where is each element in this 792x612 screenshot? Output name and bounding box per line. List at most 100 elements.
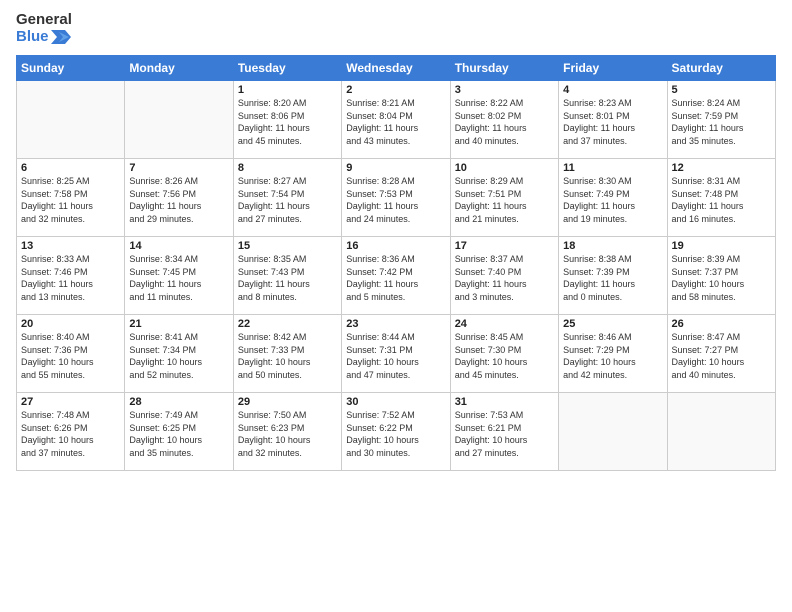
- calendar-cell: 16Sunrise: 8:36 AM Sunset: 7:42 PM Dayli…: [342, 237, 450, 315]
- page: General Blue SundayMondayTuesdayWednesda…: [0, 0, 792, 612]
- day-detail: Sunrise: 7:50 AM Sunset: 6:23 PM Dayligh…: [238, 409, 337, 459]
- calendar-table: SundayMondayTuesdayWednesdayThursdayFrid…: [16, 55, 776, 471]
- calendar-cell: [667, 393, 775, 471]
- calendar-cell: [125, 81, 233, 159]
- day-detail: Sunrise: 8:21 AM Sunset: 8:04 PM Dayligh…: [346, 97, 445, 147]
- calendar-cell: 29Sunrise: 7:50 AM Sunset: 6:23 PM Dayli…: [233, 393, 341, 471]
- calendar-cell: 25Sunrise: 8:46 AM Sunset: 7:29 PM Dayli…: [559, 315, 667, 393]
- calendar-cell: 4Sunrise: 8:23 AM Sunset: 8:01 PM Daylig…: [559, 81, 667, 159]
- day-detail: Sunrise: 8:24 AM Sunset: 7:59 PM Dayligh…: [672, 97, 771, 147]
- day-number: 3: [455, 84, 554, 96]
- day-number: 2: [346, 84, 445, 96]
- day-detail: Sunrise: 8:36 AM Sunset: 7:42 PM Dayligh…: [346, 253, 445, 303]
- day-detail: Sunrise: 8:33 AM Sunset: 7:46 PM Dayligh…: [21, 253, 120, 303]
- calendar-cell: 9Sunrise: 8:28 AM Sunset: 7:53 PM Daylig…: [342, 159, 450, 237]
- day-detail: Sunrise: 8:35 AM Sunset: 7:43 PM Dayligh…: [238, 253, 337, 303]
- header: General Blue: [16, 12, 776, 45]
- day-detail: Sunrise: 7:48 AM Sunset: 6:26 PM Dayligh…: [21, 409, 120, 459]
- day-detail: Sunrise: 8:28 AM Sunset: 7:53 PM Dayligh…: [346, 175, 445, 225]
- day-detail: Sunrise: 8:39 AM Sunset: 7:37 PM Dayligh…: [672, 253, 771, 303]
- calendar-week-0: 1Sunrise: 8:20 AM Sunset: 8:06 PM Daylig…: [17, 81, 776, 159]
- day-number: 9: [346, 162, 445, 174]
- day-detail: Sunrise: 8:25 AM Sunset: 7:58 PM Dayligh…: [21, 175, 120, 225]
- calendar-header-sunday: Sunday: [17, 56, 125, 81]
- day-number: 12: [672, 162, 771, 174]
- day-number: 10: [455, 162, 554, 174]
- day-number: 15: [238, 240, 337, 252]
- day-number: 14: [129, 240, 228, 252]
- calendar-cell: [17, 81, 125, 159]
- day-number: 20: [21, 318, 120, 330]
- calendar-week-2: 13Sunrise: 8:33 AM Sunset: 7:46 PM Dayli…: [17, 237, 776, 315]
- calendar-cell: [559, 393, 667, 471]
- day-detail: Sunrise: 7:52 AM Sunset: 6:22 PM Dayligh…: [346, 409, 445, 459]
- day-detail: Sunrise: 8:44 AM Sunset: 7:31 PM Dayligh…: [346, 331, 445, 381]
- calendar-cell: 26Sunrise: 8:47 AM Sunset: 7:27 PM Dayli…: [667, 315, 775, 393]
- calendar-header-monday: Monday: [125, 56, 233, 81]
- day-detail: Sunrise: 8:38 AM Sunset: 7:39 PM Dayligh…: [563, 253, 662, 303]
- calendar-cell: 27Sunrise: 7:48 AM Sunset: 6:26 PM Dayli…: [17, 393, 125, 471]
- day-number: 27: [21, 396, 120, 408]
- day-number: 31: [455, 396, 554, 408]
- calendar-header-tuesday: Tuesday: [233, 56, 341, 81]
- day-number: 25: [563, 318, 662, 330]
- calendar-cell: 19Sunrise: 8:39 AM Sunset: 7:37 PM Dayli…: [667, 237, 775, 315]
- day-number: 1: [238, 84, 337, 96]
- day-number: 16: [346, 240, 445, 252]
- calendar-cell: 21Sunrise: 8:41 AM Sunset: 7:34 PM Dayli…: [125, 315, 233, 393]
- day-number: 21: [129, 318, 228, 330]
- day-number: 30: [346, 396, 445, 408]
- calendar-week-4: 27Sunrise: 7:48 AM Sunset: 6:26 PM Dayli…: [17, 393, 776, 471]
- day-number: 29: [238, 396, 337, 408]
- calendar-cell: 28Sunrise: 7:49 AM Sunset: 6:25 PM Dayli…: [125, 393, 233, 471]
- day-number: 24: [455, 318, 554, 330]
- calendar-cell: 13Sunrise: 8:33 AM Sunset: 7:46 PM Dayli…: [17, 237, 125, 315]
- calendar-cell: 7Sunrise: 8:26 AM Sunset: 7:56 PM Daylig…: [125, 159, 233, 237]
- calendar-cell: 8Sunrise: 8:27 AM Sunset: 7:54 PM Daylig…: [233, 159, 341, 237]
- day-detail: Sunrise: 8:40 AM Sunset: 7:36 PM Dayligh…: [21, 331, 120, 381]
- logo-arrow-icon: [51, 30, 71, 44]
- calendar-cell: 6Sunrise: 8:25 AM Sunset: 7:58 PM Daylig…: [17, 159, 125, 237]
- day-detail: Sunrise: 8:45 AM Sunset: 7:30 PM Dayligh…: [455, 331, 554, 381]
- day-detail: Sunrise: 8:34 AM Sunset: 7:45 PM Dayligh…: [129, 253, 228, 303]
- day-detail: Sunrise: 8:29 AM Sunset: 7:51 PM Dayligh…: [455, 175, 554, 225]
- day-number: 6: [21, 162, 120, 174]
- day-number: 7: [129, 162, 228, 174]
- calendar-cell: 24Sunrise: 8:45 AM Sunset: 7:30 PM Dayli…: [450, 315, 558, 393]
- day-number: 8: [238, 162, 337, 174]
- calendar-cell: 17Sunrise: 8:37 AM Sunset: 7:40 PM Dayli…: [450, 237, 558, 315]
- day-detail: Sunrise: 8:22 AM Sunset: 8:02 PM Dayligh…: [455, 97, 554, 147]
- day-number: 19: [672, 240, 771, 252]
- calendar-cell: 12Sunrise: 8:31 AM Sunset: 7:48 PM Dayli…: [667, 159, 775, 237]
- day-number: 4: [563, 84, 662, 96]
- calendar-header-saturday: Saturday: [667, 56, 775, 81]
- calendar-cell: 3Sunrise: 8:22 AM Sunset: 8:02 PM Daylig…: [450, 81, 558, 159]
- logo-blue: Blue: [16, 29, 72, 46]
- calendar-cell: 15Sunrise: 8:35 AM Sunset: 7:43 PM Dayli…: [233, 237, 341, 315]
- day-detail: Sunrise: 8:42 AM Sunset: 7:33 PM Dayligh…: [238, 331, 337, 381]
- day-detail: Sunrise: 8:26 AM Sunset: 7:56 PM Dayligh…: [129, 175, 228, 225]
- day-detail: Sunrise: 8:47 AM Sunset: 7:27 PM Dayligh…: [672, 331, 771, 381]
- calendar-cell: 11Sunrise: 8:30 AM Sunset: 7:49 PM Dayli…: [559, 159, 667, 237]
- day-number: 22: [238, 318, 337, 330]
- logo-wordmark: General Blue: [16, 12, 72, 45]
- calendar-cell: 18Sunrise: 8:38 AM Sunset: 7:39 PM Dayli…: [559, 237, 667, 315]
- day-number: 5: [672, 84, 771, 96]
- calendar-cell: 23Sunrise: 8:44 AM Sunset: 7:31 PM Dayli…: [342, 315, 450, 393]
- day-number: 26: [672, 318, 771, 330]
- day-number: 17: [455, 240, 554, 252]
- day-detail: Sunrise: 8:37 AM Sunset: 7:40 PM Dayligh…: [455, 253, 554, 303]
- calendar-cell: 10Sunrise: 8:29 AM Sunset: 7:51 PM Dayli…: [450, 159, 558, 237]
- calendar-cell: 30Sunrise: 7:52 AM Sunset: 6:22 PM Dayli…: [342, 393, 450, 471]
- calendar-week-3: 20Sunrise: 8:40 AM Sunset: 7:36 PM Dayli…: [17, 315, 776, 393]
- day-number: 11: [563, 162, 662, 174]
- logo: General Blue: [16, 12, 72, 45]
- day-number: 13: [21, 240, 120, 252]
- calendar-cell: 1Sunrise: 8:20 AM Sunset: 8:06 PM Daylig…: [233, 81, 341, 159]
- day-detail: Sunrise: 8:23 AM Sunset: 8:01 PM Dayligh…: [563, 97, 662, 147]
- calendar-cell: 31Sunrise: 7:53 AM Sunset: 6:21 PM Dayli…: [450, 393, 558, 471]
- calendar-cell: 14Sunrise: 8:34 AM Sunset: 7:45 PM Dayli…: [125, 237, 233, 315]
- day-number: 18: [563, 240, 662, 252]
- calendar-cell: 5Sunrise: 8:24 AM Sunset: 7:59 PM Daylig…: [667, 81, 775, 159]
- day-detail: Sunrise: 8:31 AM Sunset: 7:48 PM Dayligh…: [672, 175, 771, 225]
